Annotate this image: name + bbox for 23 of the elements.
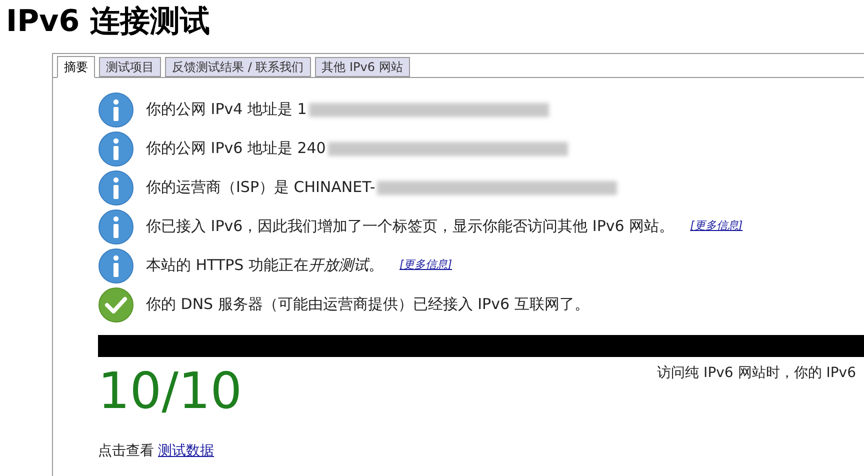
- tab[interactable]: 摘要: [57, 56, 95, 78]
- info-icon: [98, 208, 134, 244]
- more-info-link[interactable]: [更多信息]: [399, 257, 452, 274]
- message-text: 你的 DNS 服务器（可能由运营商提供）已经接入 IPv6 互联网了。: [146, 294, 590, 316]
- info-icon: [98, 248, 134, 284]
- info-icon: [98, 92, 134, 128]
- score-note: 访问纯 IPv6 网站时，你的 IPv6: [657, 364, 856, 383]
- more-info-link[interactable]: [更多信息]: [690, 218, 743, 235]
- message-text: 你的公网 IPv4 地址是 1: [146, 99, 307, 120]
- message-text: 你的公网 IPv6 地址是 240: [146, 138, 326, 160]
- tab[interactable]: 测试项目: [99, 57, 161, 77]
- check-icon: [98, 286, 134, 322]
- tab[interactable]: 反馈测试结果 / 联系我们: [165, 57, 311, 77]
- info-icon: [98, 130, 134, 166]
- test-data-link[interactable]: 测试数据: [158, 441, 214, 462]
- message-text: 你已接入 IPv6，因此我们增加了一个标签页，显示你能否访问其他 IPv6 网站。: [146, 216, 674, 238]
- tab[interactable]: 其他 IPv6 网站: [314, 57, 410, 77]
- message-text: 本站的 HTTPS 功能正在开放测试。: [146, 255, 384, 276]
- score: 10/10: [98, 361, 242, 422]
- page-title: IPv6 连接测试: [6, 3, 210, 41]
- message-text: 你的运营商（ISP）是 CHINANET-: [146, 177, 376, 198]
- info-icon: [98, 170, 134, 206]
- footer-text: 点击查看: [98, 442, 154, 461]
